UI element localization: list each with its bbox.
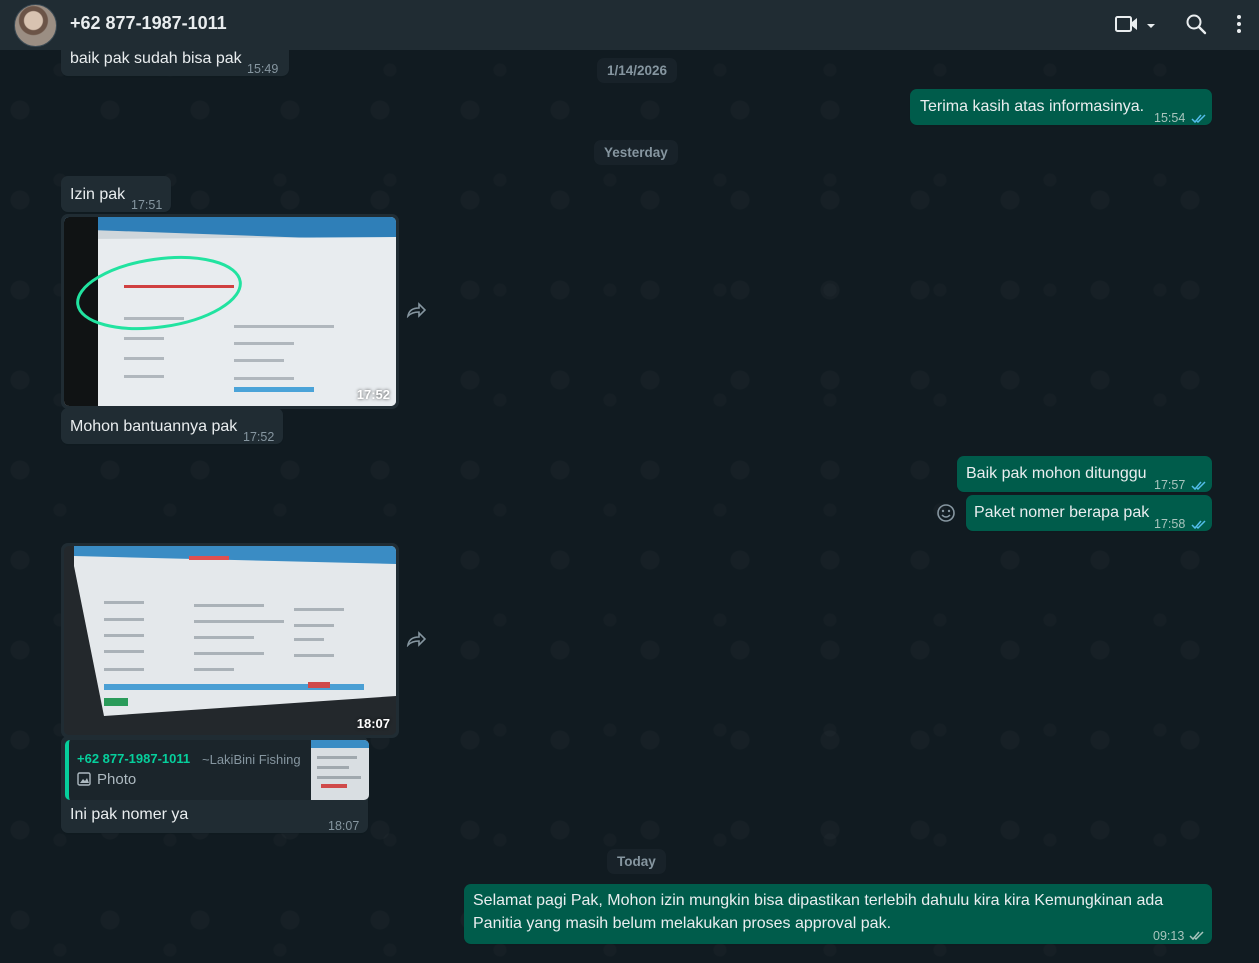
date-separator: 1/14/2026 — [597, 58, 678, 83]
message-text: Paket nomer berapa pak — [974, 504, 1150, 521]
message-text: Ini pak nomer ya — [70, 806, 189, 823]
message-text: Terima kasih atas informasinya. — [920, 98, 1145, 115]
message-text: Baik pak mohon ditunggu — [966, 465, 1147, 482]
video-call-icon[interactable] — [1115, 13, 1139, 40]
emoji-reaction-icon[interactable] — [936, 503, 956, 528]
message-incoming-reply[interactable]: +62 877-1987-1011 ~LakiBini Fishing Phot… — [61, 736, 369, 833]
double-check-icon — [1191, 476, 1207, 497]
message-text: Izin pak — [70, 186, 126, 203]
chevron-down-icon[interactable] — [1145, 18, 1157, 36]
message-text-line1: Selamat pagi Pak, Mohon izin mungkin bis… — [473, 892, 1164, 909]
double-check-icon — [1191, 109, 1207, 130]
double-check-icon — [1189, 926, 1205, 947]
message-text: baik pak sudah bisa pak — [70, 50, 242, 67]
message-time: 17:51 — [131, 198, 163, 212]
message-outgoing[interactable]: Baik pak mohon ditunggu 17:57 — [957, 456, 1212, 492]
message-time: 18:07 — [328, 819, 360, 833]
message-time: 18:07 — [356, 716, 390, 731]
image-message[interactable]: 17:52 — [61, 214, 399, 409]
message-time: 15:49 — [247, 62, 279, 76]
message-incoming[interactable]: Mohon bantuannya pak 17:52 — [61, 408, 283, 444]
message-time: 17:52 — [243, 430, 275, 444]
contact-avatar[interactable] — [14, 4, 57, 47]
quoted-message[interactable]: +62 877-1987-1011 ~LakiBini Fishing Phot… — [65, 740, 369, 800]
message-text-line2: Panitia yang masih belum melakukan prose… — [473, 915, 892, 932]
menu-icon[interactable] — [1236, 13, 1242, 40]
quote-group: ~LakiBini Fishing — [202, 752, 301, 767]
forward-icon[interactable] — [406, 302, 427, 323]
photo[interactable]: 18:07 — [64, 546, 396, 735]
message-outgoing[interactable]: Paket nomer berapa pak 17:58 — [966, 495, 1212, 531]
quote-sender: +62 877-1987-1011 — [77, 751, 191, 766]
chat-header[interactable]: +62 877-1987-1011 — [0, 0, 1259, 50]
search-icon[interactable] — [1185, 13, 1207, 40]
quote-thumbnail — [311, 740, 369, 800]
message-time: 17:52 — [356, 387, 390, 402]
date-separator: Yesterday — [594, 140, 678, 165]
date-separator: Today — [607, 849, 666, 874]
photo[interactable]: 17:52 — [64, 217, 396, 406]
quote-label: Photo — [97, 771, 137, 788]
photo-icon — [77, 771, 91, 792]
photo-screen — [64, 217, 396, 406]
forward-icon[interactable] — [406, 631, 427, 652]
double-check-icon — [1191, 515, 1207, 536]
message-time: 15:54 — [1154, 111, 1186, 125]
message-time: 17:58 — [1154, 517, 1186, 531]
photo-screen — [64, 546, 396, 735]
image-message[interactable]: 18:07 — [61, 543, 399, 738]
message-outgoing[interactable]: Selamat pagi Pak, Mohon izin mungkin bis… — [464, 884, 1212, 944]
message-time: 09:13 — [1153, 929, 1185, 943]
message-outgoing[interactable]: Terima kasih atas informasinya. 15:54 — [910, 89, 1212, 125]
message-incoming[interactable]: Izin pak 17:51 — [61, 176, 171, 212]
message-time: 17:57 — [1154, 478, 1186, 492]
message-text: Mohon bantuannya pak — [70, 418, 238, 435]
contact-name[interactable]: +62 877-1987-1011 — [70, 13, 227, 34]
